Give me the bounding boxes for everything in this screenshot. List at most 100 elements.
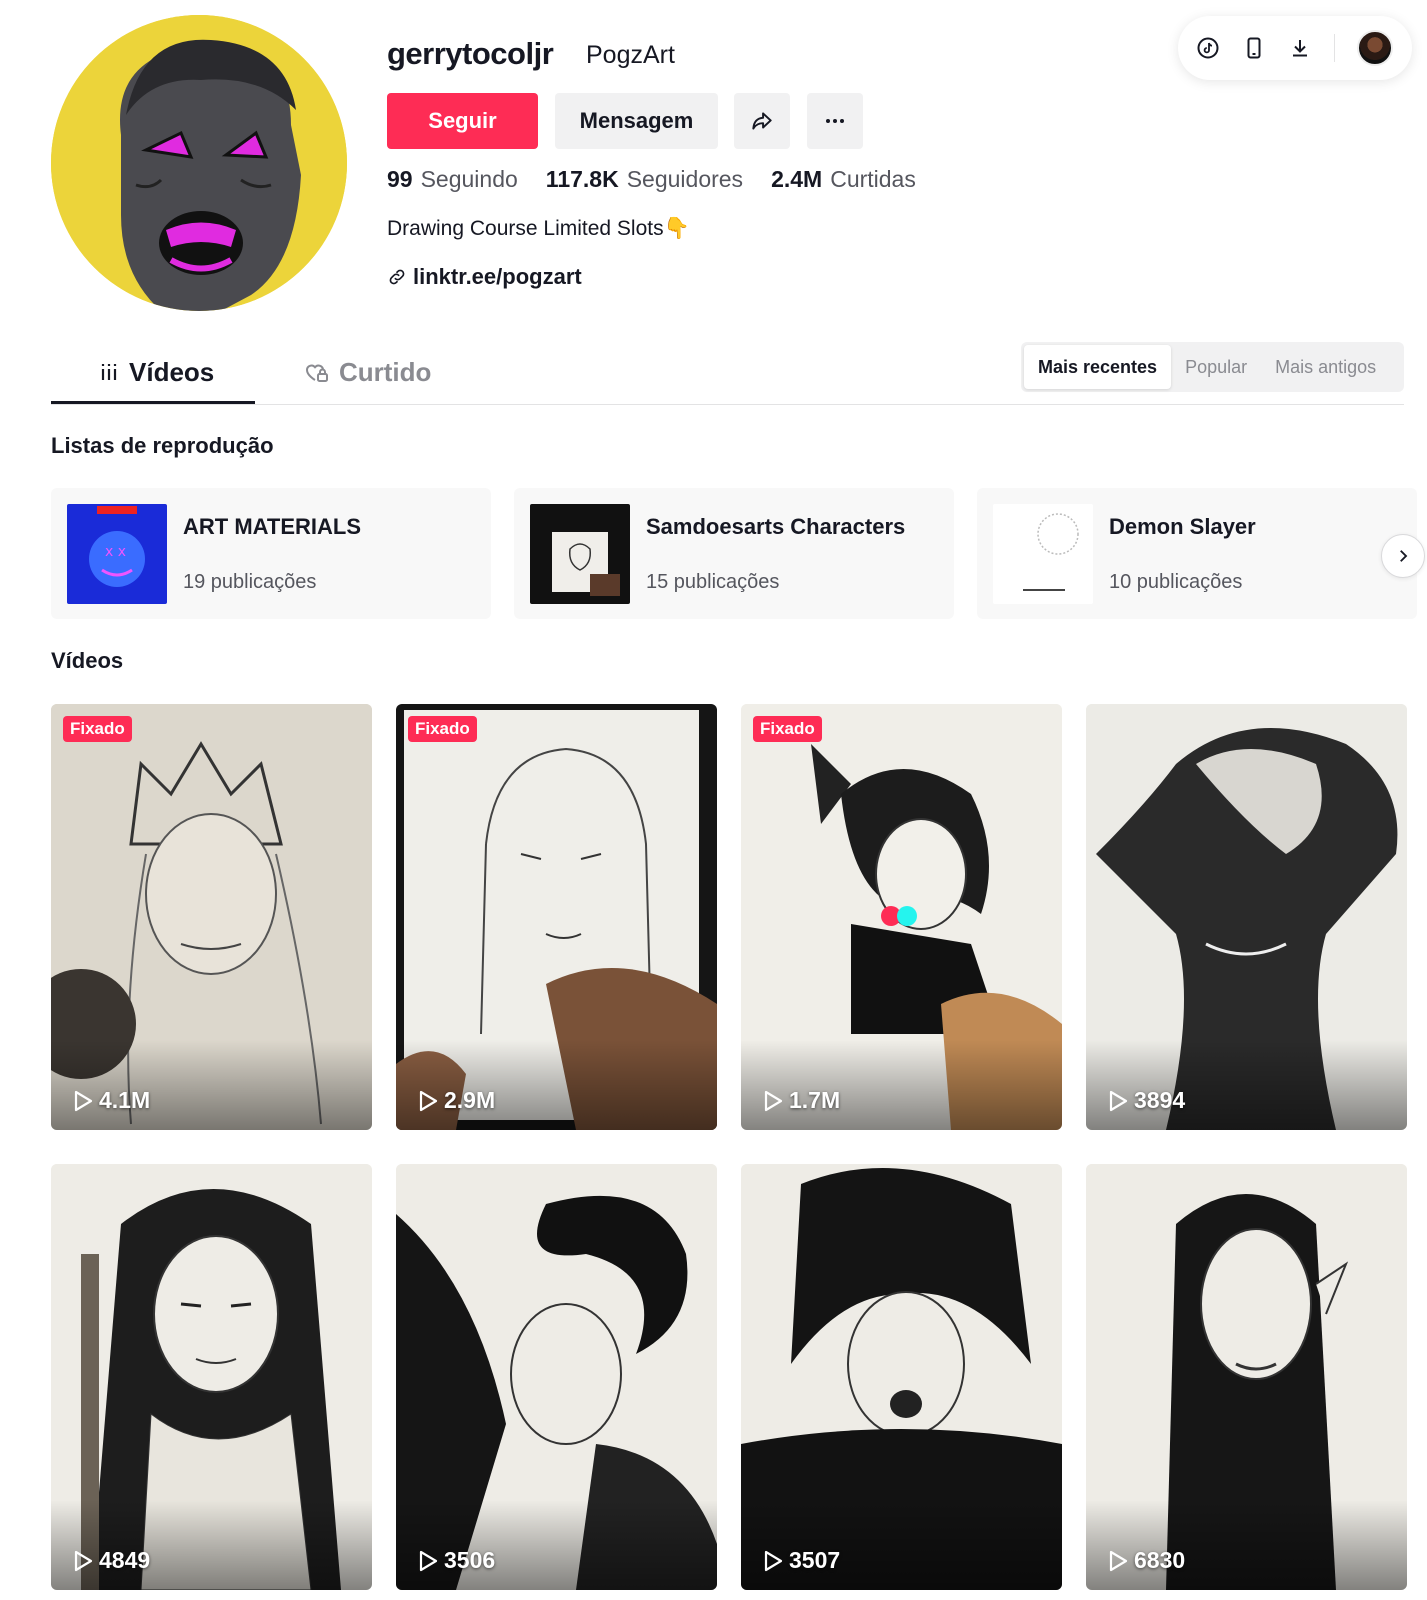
- tab-videos-label: Vídeos: [129, 356, 215, 387]
- view-count-text: 4.1M: [99, 1087, 151, 1113]
- link-icon: [389, 269, 405, 285]
- view-count: 2.9M: [418, 1087, 495, 1114]
- video-card[interactable]: 4849: [51, 1164, 372, 1590]
- following-stat[interactable]: 99 Seguindo: [387, 166, 518, 193]
- view-count-text: 2.9M: [444, 1087, 496, 1113]
- likes-count: 2.4M: [771, 166, 823, 192]
- view-count-text: 3894: [1134, 1087, 1186, 1113]
- view-count: 3894: [1108, 1087, 1185, 1114]
- video-card[interactable]: Fixado 4.1M: [51, 704, 372, 1130]
- video-card[interactable]: 6830: [1086, 1164, 1407, 1590]
- sort-oldest[interactable]: Mais antigos: [1261, 345, 1390, 389]
- tab-videos[interactable]: Vídeos: [99, 340, 214, 404]
- thumbnail-shade: [51, 1500, 372, 1590]
- view-count-text: 1.7M: [789, 1087, 841, 1113]
- profile-link[interactable]: linktr.ee/pogzart: [387, 264, 582, 290]
- view-count-text: 3506: [444, 1547, 496, 1573]
- followers-label: Seguidores: [626, 166, 744, 192]
- playlist-count: 10 publicações: [1109, 570, 1243, 593]
- profile-stats: 99 Seguindo 117.8K Seguidores 2.4M Curtidas: [387, 166, 916, 193]
- video-card[interactable]: 3507: [741, 1164, 1062, 1590]
- play-icon: [764, 1090, 783, 1111]
- svg-text:x x: x x: [105, 544, 126, 560]
- play-icon: [764, 1550, 783, 1571]
- view-count: 6830: [1108, 1547, 1185, 1574]
- pinned-badge: Fixado: [408, 716, 477, 742]
- video-card[interactable]: Fixado 1.7M: [741, 704, 1062, 1130]
- followers-count: 117.8K: [545, 166, 619, 192]
- follow-button[interactable]: Seguir: [387, 93, 538, 149]
- playlist-count: 15 publicações: [646, 570, 780, 593]
- view-count-text: 4849: [99, 1547, 151, 1573]
- view-count: 1.7M: [763, 1087, 840, 1114]
- video-card[interactable]: 3894: [1086, 704, 1407, 1130]
- more-options-button[interactable]: [807, 93, 863, 149]
- chevron-right-icon: [1400, 550, 1408, 562]
- play-icon: [419, 1090, 438, 1111]
- video-card[interactable]: 3506: [396, 1164, 717, 1590]
- sort-newest[interactable]: Mais recentes: [1024, 345, 1172, 389]
- thumbnail-shade: [741, 1500, 1062, 1590]
- playlist-thumbnail: x x: [67, 503, 167, 604]
- view-count-text: 6830: [1134, 1547, 1186, 1573]
- playlist-next-button[interactable]: [1381, 534, 1425, 578]
- thumbnail-shade: [396, 1500, 717, 1590]
- pinned-badge: Fixado: [753, 716, 822, 742]
- toolbar-divider: [1334, 34, 1335, 62]
- top-toolbar: [1178, 16, 1412, 80]
- share-button[interactable]: [734, 93, 790, 149]
- pinned-badge: Fixado: [63, 716, 132, 742]
- play-icon: [419, 1550, 438, 1571]
- message-button[interactable]: Mensagem: [555, 93, 718, 149]
- play-icon: [1109, 1550, 1128, 1571]
- following-label: Seguindo: [420, 166, 518, 192]
- tab-liked-label: Curtido: [339, 356, 432, 387]
- play-icon: [74, 1090, 93, 1111]
- playlist-item[interactable]: x x ART MATERIALS 19 publicações: [51, 488, 491, 619]
- thumbnail-shade: [396, 1040, 717, 1130]
- share-icon: [752, 112, 772, 130]
- playlist-title: Demon Slayer: [1109, 513, 1256, 539]
- tiktok-coin-icon[interactable]: [1196, 36, 1220, 60]
- playlists-heading: Listas de reprodução: [51, 433, 274, 458]
- play-icon: [74, 1550, 93, 1571]
- likes-label: Curtidas: [830, 166, 916, 192]
- thumbnail-shade: [741, 1040, 1062, 1130]
- phone-icon[interactable]: [1242, 36, 1266, 60]
- thumbnail-shade: [1086, 1500, 1407, 1590]
- thumbnail-shade: [51, 1040, 372, 1130]
- username: gerrytocoljr: [387, 36, 554, 71]
- videos-heading: Vídeos: [51, 648, 124, 673]
- thumbnail-shade: [1086, 1040, 1407, 1130]
- view-count: 3507: [763, 1547, 840, 1574]
- video-card[interactable]: Fixado 2.9M: [396, 704, 717, 1130]
- nickname: PogzArt: [586, 41, 675, 69]
- user-avatar[interactable]: [1357, 30, 1393, 66]
- sort-selector: Mais recentes Popular Mais antigos: [1021, 342, 1404, 392]
- playlist-title: ART MATERIALS: [183, 513, 362, 539]
- view-count: 4849: [73, 1547, 150, 1574]
- profile-avatar: [51, 15, 347, 311]
- view-count: 4.1M: [73, 1087, 150, 1114]
- heart-lock-icon: [305, 364, 328, 382]
- tab-active-indicator: [51, 401, 255, 404]
- playlist-item[interactable]: Samdoesarts Characters 15 publicações: [514, 488, 954, 619]
- play-icon: [1109, 1090, 1128, 1111]
- playlist-item[interactable]: Demon Slayer 10 publicações: [977, 488, 1417, 619]
- following-count: 99: [387, 166, 413, 192]
- view-count-text: 3507: [789, 1547, 841, 1573]
- more-icon: [826, 119, 844, 123]
- likes-stat: 2.4M Curtidas: [771, 166, 916, 193]
- grid-icon: [101, 364, 117, 380]
- playlist-count: 19 publicações: [183, 570, 317, 593]
- profile-bio: Drawing Course Limited Slots👇: [387, 217, 690, 240]
- playlist-thumbnail: [993, 503, 1093, 604]
- profile-link-text: linktr.ee/pogzart: [413, 264, 582, 289]
- playlist-title: Samdoesarts Characters: [646, 513, 906, 539]
- tab-liked[interactable]: Curtido: [303, 340, 431, 404]
- playlist-thumbnail: [530, 503, 630, 604]
- download-icon[interactable]: [1288, 36, 1312, 60]
- sort-popular[interactable]: Popular: [1171, 345, 1261, 389]
- view-count: 3506: [418, 1547, 495, 1574]
- followers-stat[interactable]: 117.8K Seguidores: [546, 166, 743, 193]
